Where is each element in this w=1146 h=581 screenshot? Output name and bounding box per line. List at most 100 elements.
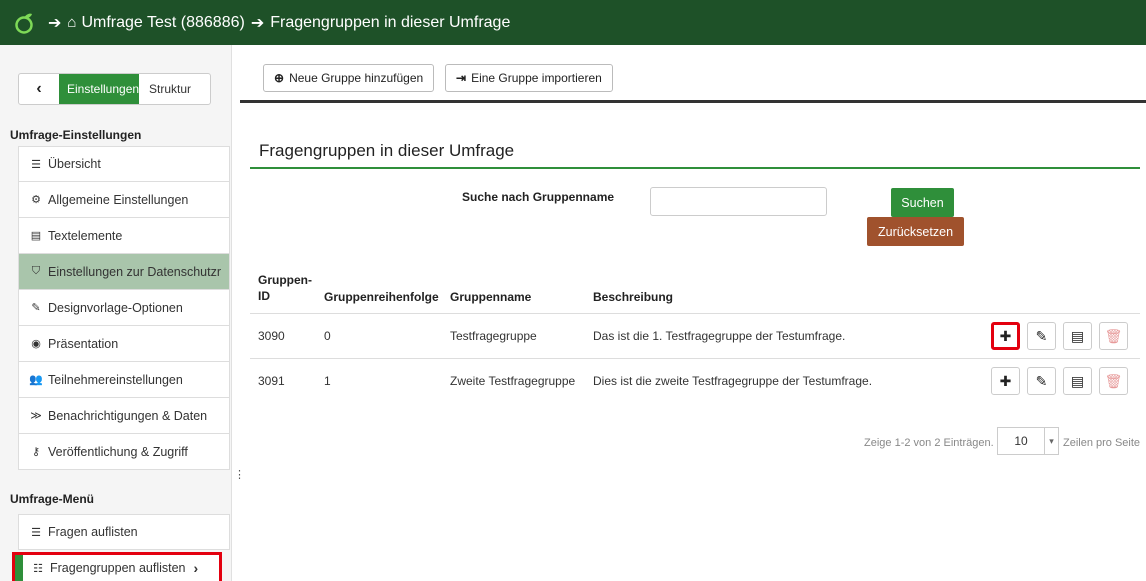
sidebar-tabbar: ‹ Einstellungen Struktur	[18, 73, 211, 105]
brush-icon: ✎	[31, 302, 41, 314]
delete-group-button[interactable]: 🗑	[1099, 367, 1128, 395]
collapse-sidebar-button[interactable]: ‹	[19, 74, 59, 104]
cell-name: Zweite Testfragegruppe	[450, 374, 576, 388]
plus-circle-icon: ⊕	[274, 71, 285, 85]
users-icon: 👥	[29, 374, 43, 386]
sidebar-item-veroeffentlichung[interactable]: ⚷ Veröffentlichung & Zugriff	[18, 434, 230, 470]
trash-icon: 🗑	[1104, 327, 1123, 344]
sidebar-item-label: Allgemeine Einstellungen	[48, 192, 189, 207]
table-row: 3091 1 Zweite Testfragegruppe Dies ist d…	[250, 358, 1140, 402]
sidebar-item-fragen-auflisten[interactable]: ☰ Fragen auflisten	[18, 514, 230, 550]
delete-group-button[interactable]: 🗑	[1099, 322, 1128, 350]
per-page-label: Zeilen pro Seite	[1063, 437, 1141, 449]
page-size-value: 10	[1014, 434, 1028, 448]
sidebar-item-label: Designvorlage-Optionen	[48, 300, 183, 315]
sidebar-item-label: Übersicht	[48, 157, 101, 171]
import-group-button[interactable]: ⇥ Eine Gruppe importieren	[445, 64, 613, 92]
settings-menu: ☰ Übersicht ⚙ Allgemeine Einstellungen ▤…	[18, 146, 230, 470]
search-label: Suche nach Gruppenname	[462, 190, 615, 204]
column-header-order[interactable]: Gruppenreihenfolge	[324, 290, 439, 304]
sidebar-item-designvorlage[interactable]: ✎ Designvorlage-Optionen	[18, 290, 230, 326]
pager-summary: Zeige 1-2 von 2 Einträgen.	[864, 437, 994, 449]
resize-handle[interactable]: ⋮	[234, 470, 245, 487]
top-bar: ➔ ⌂ Umfrage Test (886886) ➔ Fragengruppe…	[0, 0, 1146, 45]
chevron-down-icon: ▾	[1044, 428, 1058, 454]
add-group-button[interactable]: ⊕ Neue Gruppe hinzufügen	[263, 64, 435, 92]
sidebar-item-textelemente[interactable]: ▤ Textelemente	[18, 218, 230, 254]
sidebar-item-label: Präsentation	[48, 336, 119, 351]
sidebar-item-uebersicht[interactable]: ☰ Übersicht	[18, 146, 230, 182]
arrow-right-icon: ➔	[250, 14, 265, 32]
eye-slash-icon: ◉	[31, 338, 41, 350]
plus-icon: ✚	[999, 372, 1012, 389]
sidebar-item-label: Fragengruppen auflisten	[50, 561, 186, 575]
list-alt-icon: ▤	[1070, 327, 1085, 344]
limesurvey-logo-icon[interactable]	[14, 12, 34, 34]
page-size-select[interactable]: 10 ▾	[997, 427, 1059, 455]
sidebar-item-benachrichtigungen[interactable]: ≫ Benachrichtigungen & Daten	[18, 398, 230, 434]
cell-id: 3091	[258, 374, 285, 388]
column-header-id-line1: Gruppen-	[258, 273, 312, 287]
add-question-button[interactable]: ✚	[991, 367, 1020, 395]
tab-einstellungen[interactable]: Einstellungen	[59, 74, 139, 104]
pencil-icon: ✎	[1035, 372, 1048, 389]
group-summary-button[interactable]: ▤	[1063, 367, 1092, 395]
list-icon: ☰	[31, 526, 41, 539]
sidebar-item-label: Textelemente	[48, 228, 123, 243]
edit-group-button[interactable]: ✎	[1027, 322, 1056, 350]
sidebar: ‹ Einstellungen Struktur Umfrage-Einstel…	[0, 45, 245, 581]
arrow-right-icon: ➔	[48, 14, 62, 32]
chevron-right-icon: ›	[193, 560, 199, 576]
sidebar-item-teilnehmer[interactable]: 👥 Teilnehmereinstellungen	[18, 362, 230, 398]
title-divider	[250, 167, 1140, 169]
search-input[interactable]	[650, 187, 827, 216]
list-icon: ☰	[31, 158, 41, 171]
cell-description: Das ist die 1. Testfragegruppe der Testu…	[593, 329, 846, 343]
list-ol-icon: ☷	[33, 562, 43, 575]
settings-section-title: Umfrage-Einstellungen	[10, 128, 142, 142]
toolbar: ⊕ Neue Gruppe hinzufügen ⇥ Eine Gruppe i…	[240, 45, 1146, 103]
breadcrumb-survey[interactable]: Umfrage Test (886886)	[81, 14, 244, 32]
cell-name: Testfragegruppe	[450, 329, 537, 343]
active-indicator	[15, 555, 23, 581]
plus-icon: ✚	[999, 327, 1012, 344]
reset-button[interactable]: Zurücksetzen	[867, 217, 964, 246]
sidebar-item-praesentation[interactable]: ◉ Präsentation	[18, 326, 230, 362]
list-alt-icon: ▤	[1070, 372, 1085, 389]
sidebar-item-datenschutz[interactable]: ⛉ Einstellungen zur Datenschutzr	[18, 254, 230, 290]
import-group-label: Eine Gruppe importieren	[471, 71, 602, 85]
edit-group-button[interactable]: ✎	[1027, 367, 1056, 395]
cell-id: 3090	[258, 329, 285, 343]
sidebar-item-label: Benachrichtigungen & Daten	[48, 408, 208, 423]
sidebar-item-allgemeine-einstellungen[interactable]: ⚙ Allgemeine Einstellungen	[18, 182, 230, 218]
column-header-description[interactable]: Beschreibung	[593, 290, 673, 304]
cell-order: 0	[324, 329, 331, 343]
add-question-button[interactable]: ✚	[991, 322, 1020, 350]
column-header-id[interactable]: Gruppen- ID	[258, 272, 312, 304]
table-row: 3090 0 Testfragegruppe Das ist die 1. Te…	[250, 313, 1140, 357]
home-icon[interactable]: ⌂	[67, 14, 76, 31]
breadcrumb-page: Fragengruppen in dieser Umfrage	[270, 13, 511, 31]
sidebar-item-label: Veröffentlichung & Zugriff	[48, 444, 188, 459]
key-icon: ⚷	[31, 446, 41, 458]
tab-struktur[interactable]: Struktur	[139, 74, 201, 104]
cell-description: Dies ist die zweite Testfragegruppe der …	[593, 374, 873, 388]
sidebar-item-label: Teilnehmereinstellungen	[48, 372, 183, 387]
main-content: ⊕ Neue Gruppe hinzufügen ⇥ Eine Gruppe i…	[240, 45, 1146, 581]
cell-order: 1	[324, 374, 331, 388]
pencil-icon: ✎	[1035, 327, 1048, 344]
group-summary-button[interactable]: ▤	[1063, 322, 1092, 350]
import-icon: ⇥	[456, 71, 467, 85]
survey-menu: ☰ Fragen auflisten ☷ Fragengruppen aufli…	[12, 514, 230, 581]
search-button[interactable]: Suchen	[891, 188, 954, 217]
page-title: Fragengruppen in dieser Umfrage	[259, 141, 515, 160]
column-header-name[interactable]: Gruppenname	[450, 290, 531, 304]
sidebar-item-label: Einstellungen zur Datenschutzr	[48, 264, 222, 279]
add-group-label: Neue Gruppe hinzufügen	[289, 71, 424, 85]
trash-icon: 🗑	[1104, 372, 1123, 389]
gears-icon: ⚙	[31, 194, 41, 206]
sidebar-item-label: Fragen auflisten	[48, 525, 138, 539]
shield-icon: ⛉	[31, 265, 41, 277]
sidebar-item-fragengruppen-auflisten[interactable]: ☷ Fragengruppen auflisten ›	[12, 552, 222, 581]
file-text-icon: ▤	[30, 230, 42, 242]
